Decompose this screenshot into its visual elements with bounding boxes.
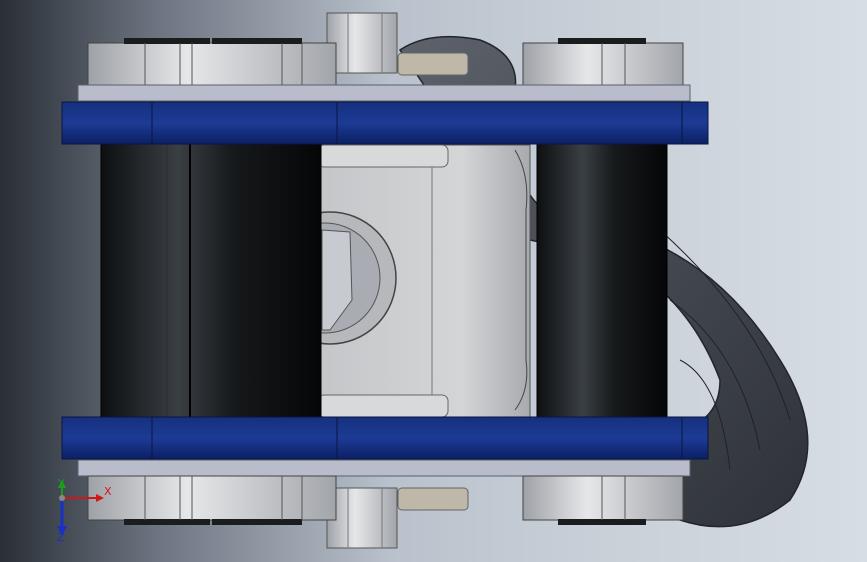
roller-right: [536, 142, 668, 419]
coordinate-triad: X Y Z: [44, 478, 124, 548]
triad-axes-icon: [57, 480, 104, 536]
link-plate-top: [61, 101, 709, 145]
y-axis-label: Y: [58, 477, 65, 490]
center-pin-bottom: [326, 487, 469, 549]
roller-left: [100, 142, 322, 419]
link-plate-bottom: [61, 416, 709, 460]
graphics-viewport[interactable]: X Y Z: [0, 0, 867, 562]
cad-model-chain-link[interactable]: [0, 0, 867, 562]
x-axis-label: X: [104, 485, 112, 498]
z-axis-label: Z: [57, 531, 65, 544]
